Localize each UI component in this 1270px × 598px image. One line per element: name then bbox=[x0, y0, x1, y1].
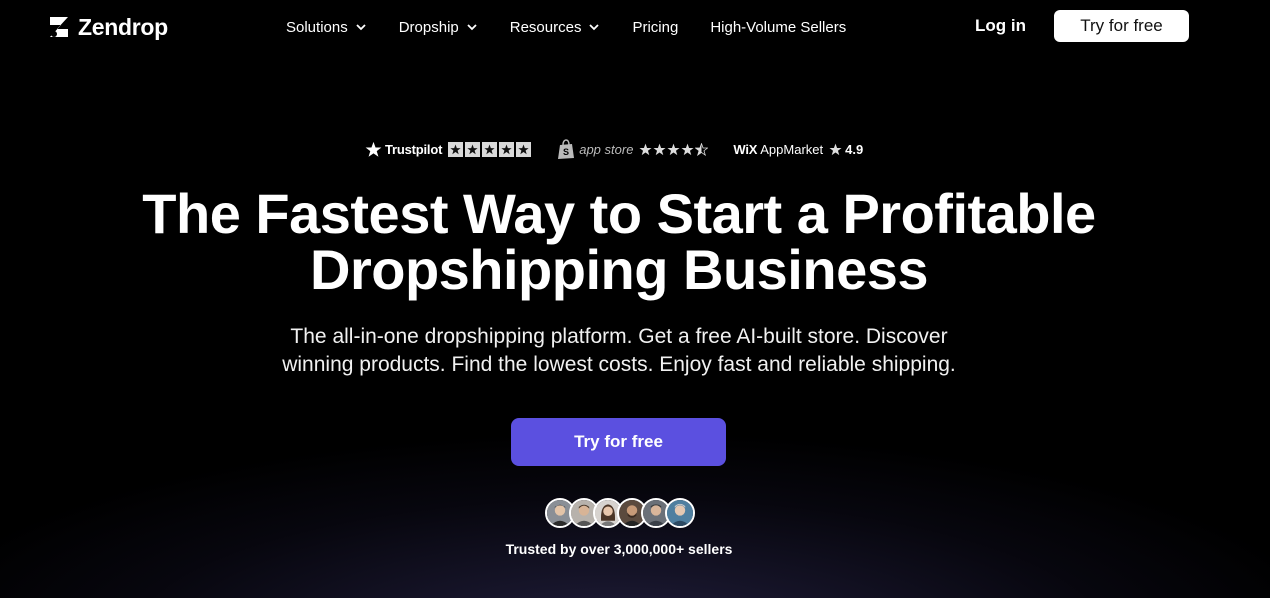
shopify-stars bbox=[639, 142, 709, 156]
ratings-row: Trustpilot S app store WiX AppMarket 4.9 bbox=[365, 138, 863, 160]
nav-item-label: Dropship bbox=[398, 18, 459, 36]
hero-subtitle: The all-in-one dropshipping platform. Ge… bbox=[0, 323, 1238, 379]
wix-app-market-label: AppMarket bbox=[760, 141, 824, 157]
chevron-down-icon bbox=[467, 23, 477, 30]
wix-logo: WiX bbox=[733, 141, 758, 157]
hero-headline-line-1: The Fastest Way to Start a Profitable bbox=[142, 182, 1096, 245]
trustpilot-star-icon bbox=[365, 141, 382, 157]
star-icon bbox=[499, 141, 515, 157]
seller-avatars bbox=[545, 498, 695, 530]
star-icon bbox=[681, 143, 694, 155]
hero-headline-line-2: Dropshipping Business bbox=[310, 238, 929, 301]
star-icon bbox=[639, 143, 652, 155]
half-star-icon bbox=[695, 142, 709, 156]
try-for-free-header-button[interactable]: Try for free bbox=[1054, 10, 1189, 42]
main-nav: Solutions Dropship Resources Pricing Hig… bbox=[286, 17, 846, 37]
nav-item-high-volume-sellers[interactable]: High-Volume Sellers bbox=[710, 19, 846, 36]
try-for-free-hero-button[interactable]: Try for free bbox=[511, 418, 726, 466]
nav-item-dropship[interactable]: Dropship bbox=[399, 19, 477, 36]
wix-app-market-rating: WiX AppMarket 4.9 bbox=[708, 142, 863, 157]
trustpilot-label: Trustpilot bbox=[385, 141, 443, 157]
star-icon bbox=[667, 143, 680, 155]
star-icon bbox=[465, 141, 481, 157]
svg-text:S: S bbox=[563, 147, 569, 157]
brand-logo[interactable]: Zendrop bbox=[48, 14, 168, 40]
trusted-by-text: Trusted by over 3,000,000+ sellers bbox=[505, 541, 733, 557]
nav-item-label: Solutions bbox=[286, 18, 348, 36]
nav-item-label: Pricing bbox=[632, 18, 679, 36]
site-header: Zendrop Solutions Dropship Resources Pri… bbox=[0, 0, 1270, 54]
nav-item-label: Resources bbox=[509, 18, 582, 36]
star-icon bbox=[448, 141, 464, 157]
shopify-app-store-rating: S app store bbox=[531, 138, 709, 160]
star-icon bbox=[653, 143, 666, 155]
chevron-down-icon bbox=[356, 23, 366, 30]
hero-subtitle-line-1: The all-in-one dropshipping platform. Ge… bbox=[290, 325, 948, 348]
star-icon bbox=[482, 141, 498, 157]
nav-item-label: High-Volume Sellers bbox=[710, 18, 847, 36]
login-link[interactable]: Log in bbox=[975, 16, 1026, 36]
star-icon bbox=[516, 141, 532, 157]
trustpilot-stars bbox=[448, 141, 532, 157]
star-icon bbox=[829, 143, 842, 155]
zendrop-logo-icon bbox=[50, 17, 68, 37]
nav-item-pricing[interactable]: Pricing bbox=[632, 19, 678, 36]
trustpilot-rating: Trustpilot bbox=[365, 141, 532, 158]
avatar bbox=[665, 498, 695, 528]
nav-item-solutions[interactable]: Solutions bbox=[286, 19, 366, 36]
hero-subtitle-line-2: winning products. Find the lowest costs.… bbox=[282, 353, 956, 376]
hero-headline: The Fastest Way to Start a Profitable Dr… bbox=[0, 186, 1238, 298]
chevron-down-icon bbox=[589, 23, 600, 30]
shopify-app-store-label: app store bbox=[579, 141, 634, 157]
shopify-bag-icon: S bbox=[558, 138, 575, 159]
nav-item-resources[interactable]: Resources bbox=[510, 19, 600, 36]
brand-name: Zendrop bbox=[78, 13, 168, 40]
wix-score: 4.9 bbox=[845, 141, 864, 157]
